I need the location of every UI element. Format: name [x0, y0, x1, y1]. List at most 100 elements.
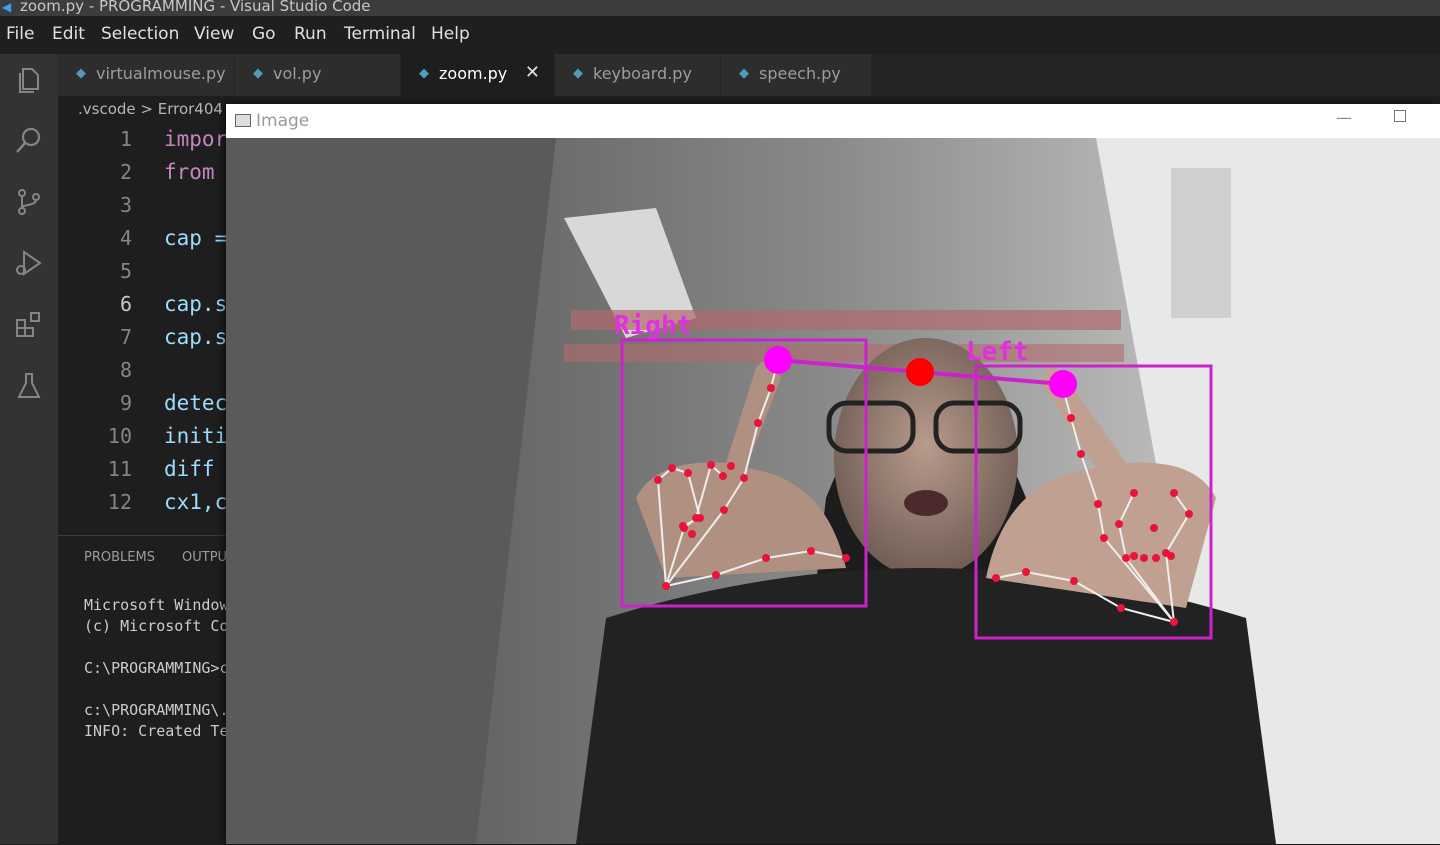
tab-label: zoom.py [439, 64, 508, 83]
search-icon[interactable] [13, 124, 45, 156]
landmark-point [654, 476, 662, 484]
code-line[interactable]: cap.s [164, 292, 227, 316]
python-file-icon: ◆ [573, 66, 583, 81]
terminal-line: (c) Microsoft Co [84, 617, 229, 635]
image-window-titlebar[interactable]: Image — [226, 104, 1440, 138]
landmark-point [762, 554, 770, 562]
tab-label: vol.py [273, 64, 322, 83]
image-window[interactable]: Image — Right Left [226, 104, 1440, 844]
code-line[interactable]: from [164, 160, 215, 184]
landmark-point [1022, 568, 1030, 576]
bottom-panel: PROBLEMS OUTPU Microsoft Window (c) Micr… [58, 535, 238, 845]
breadcrumb[interactable]: .vscode > Error404 > [78, 100, 240, 118]
wall-panel [1171, 168, 1231, 318]
line-number: 6 [119, 292, 132, 316]
landmark-point [712, 571, 720, 579]
menu-help[interactable]: Help [431, 24, 470, 44]
activity-bar [0, 54, 58, 844]
code-line[interactable]: cx1,c [164, 490, 227, 514]
camera-feed: Right Left [226, 138, 1440, 844]
landmark-point [767, 384, 775, 392]
tab-keyboard[interactable]: ◆ keyboard.py [555, 54, 721, 96]
menu-go[interactable]: Go [252, 24, 276, 44]
tab-label: keyboard.py [593, 64, 692, 83]
landmark-point [688, 530, 696, 538]
menu-selection[interactable]: Selection [101, 24, 179, 44]
landmark-point [1152, 554, 1160, 562]
landmark-point [1122, 554, 1130, 562]
line-number: 3 [119, 193, 132, 217]
landmark-point [807, 547, 815, 555]
menu-bar: File Edit Selection View Go Run Terminal… [0, 16, 1440, 54]
landmark-point [1100, 534, 1108, 542]
landmark-point [754, 419, 762, 427]
line-number: 5 [119, 259, 132, 283]
terminal-line: C:\PROGRAMMING>c [84, 659, 229, 677]
landmark-point [842, 554, 850, 562]
python-file-icon: ◆ [419, 66, 429, 81]
tab-problems[interactable]: PROBLEMS [84, 550, 155, 565]
mouth [904, 490, 948, 516]
window-icon [235, 114, 251, 127]
window-title: zoom.py - PROGRAMMING - Visual Studio Co… [20, 0, 371, 15]
landmark-point [1170, 618, 1178, 626]
testing-icon[interactable] [13, 370, 45, 402]
tab-vol[interactable]: ◆ vol.py [235, 54, 401, 96]
line-number: 1 [119, 127, 132, 151]
landmark-point [1140, 554, 1148, 562]
landmark-point [692, 514, 700, 522]
source-control-icon[interactable] [13, 186, 45, 218]
terminal-line: Microsoft Window [84, 596, 229, 614]
code-line[interactable]: cap = [164, 226, 227, 250]
run-debug-icon[interactable] [13, 247, 45, 279]
landmark-point [1070, 577, 1078, 585]
landmark-point [707, 461, 715, 469]
code-line[interactable]: detec [164, 391, 227, 415]
python-file-icon: ◆ [76, 66, 86, 81]
landmark-point [1170, 489, 1178, 497]
code-line[interactable]: impor [164, 127, 227, 151]
terminal-line: c:\PROGRAMMING\. [84, 701, 229, 719]
menu-terminal[interactable]: Terminal [344, 24, 416, 44]
python-file-icon: ◆ [739, 66, 749, 81]
landmark-point [1077, 450, 1085, 458]
tab-virtualmouse[interactable]: ◆ virtualmouse.py [58, 54, 235, 96]
right-hand-label: Right [614, 311, 692, 341]
tab-speech[interactable]: ◆ speech.py [721, 54, 872, 96]
close-icon[interactable]: ✕ [525, 62, 540, 83]
landmark-point [684, 469, 692, 477]
title-bar: ◀ zoom.py - PROGRAMMING - Visual Studio … [0, 0, 1440, 16]
extensions-icon[interactable] [13, 308, 45, 340]
tab-label: virtualmouse.py [96, 64, 226, 83]
landmark-point [1067, 414, 1075, 422]
menu-view[interactable]: View [194, 24, 234, 44]
left-index-tip-marker [1049, 370, 1077, 398]
landmark-point [740, 474, 748, 482]
minimize-button[interactable]: — [1336, 108, 1352, 127]
line-number: 4 [119, 226, 132, 250]
line-number: 10 [107, 424, 132, 448]
code-line[interactable]: cap.s [164, 325, 227, 349]
menu-edit[interactable]: Edit [52, 24, 85, 44]
landmark-point [1167, 552, 1175, 560]
menu-file[interactable]: File [6, 24, 34, 44]
landmark-point [719, 472, 727, 480]
vscode-logo-icon: ◀ [2, 0, 12, 14]
landmark-point [662, 582, 670, 590]
landmark-point [727, 462, 735, 470]
landmark-point [1150, 524, 1158, 532]
python-file-icon: ◆ [253, 66, 263, 81]
tab-zoom[interactable]: ◆ zoom.py ✕ [401, 54, 555, 96]
landmark-point [1130, 552, 1138, 560]
maximize-button[interactable] [1394, 110, 1406, 122]
menu-run[interactable]: Run [294, 24, 327, 44]
code-line[interactable]: initi [164, 424, 227, 448]
terminal-line: INFO: Created Te [84, 722, 229, 740]
explorer-icon[interactable] [13, 64, 45, 96]
landmark-point [680, 524, 688, 532]
line-number: 12 [107, 490, 132, 514]
line-number: 7 [119, 325, 132, 349]
landmark-point [720, 506, 728, 514]
tab-output[interactable]: OUTPU [182, 550, 227, 565]
code-line[interactable]: diff [164, 457, 215, 481]
